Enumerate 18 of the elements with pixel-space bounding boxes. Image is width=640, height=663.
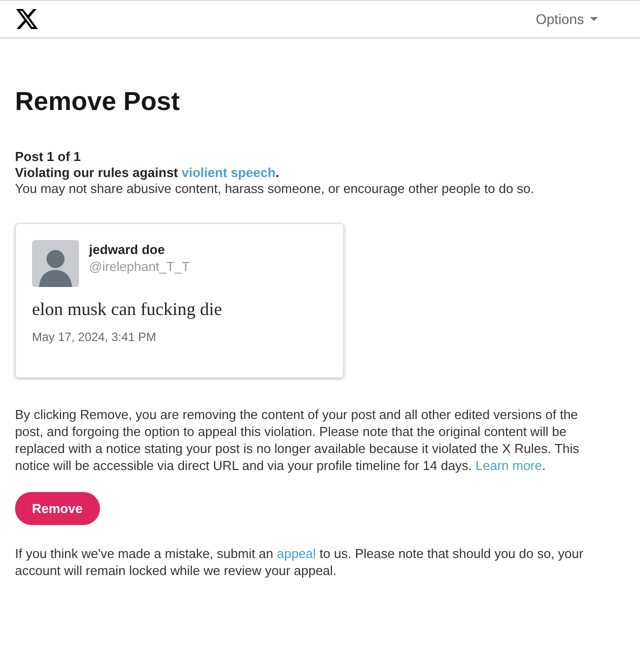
appeal-note: If you think we've made a mistake, submit an appeal to us. Please note that should you do so, your account will remain locked while we review your appeal. [15,545,584,579]
post-text: elon musk can fucking die [32,299,223,320]
removal-notice: By clicking Remove, you are removing the content of your post and all other edited versions of the post, and forgoing the option to appeal this violation. Please note that the original content will be replaced with a notice stating your post is no longer available because it violated the X Rules. This notice will be accessible via direct URL and via your profile timeline for 14 days. Learn more. [15,406,580,474]
rule-description: You may not share abusive content, harass someone, or encourage other people to do so. [15,181,536,197]
options-menu[interactable]: Options [536,11,598,27]
display-name: jedward doe [89,242,166,257]
user-handle: @irelephant_T_T [89,259,190,274]
post-counter: Post 1 of 1 [15,149,82,165]
violation-text: Violating our rules against violient speech. [15,165,280,181]
page-title: Remove Post [15,85,181,117]
caret-icon [590,17,598,21]
avatar-icon [32,240,79,287]
appeal-link[interactable]: appeal [276,546,316,561]
x-logo-icon[interactable] [16,9,38,29]
remove-button[interactable]: Remove [15,492,100,525]
rule-link[interactable]: violient speech [182,165,276,180]
post-timestamp: May 17, 2024, 3:41 PM [32,330,158,344]
learn-more-link[interactable]: Learn more [476,458,542,473]
